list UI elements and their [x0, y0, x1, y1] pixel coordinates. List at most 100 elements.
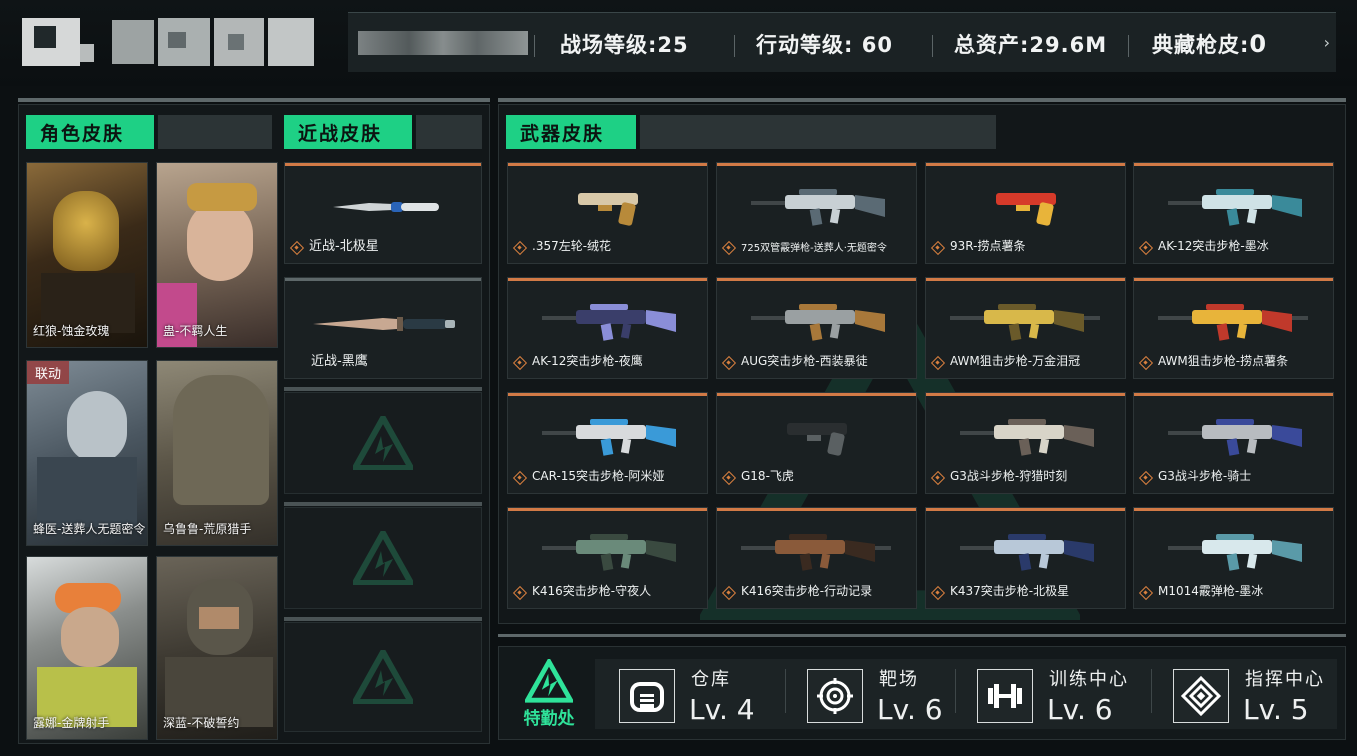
weapon-image: [741, 534, 891, 571]
weapon-image: [1168, 419, 1302, 456]
rarity-diamond-icon: [723, 242, 733, 252]
weapon-card[interactable]: K437突击步枪-北极星: [925, 507, 1126, 609]
weapon-card[interactable]: K416突击步枪-行动记录: [716, 507, 917, 609]
weapon-card[interactable]: .357左轮-绒花: [507, 162, 708, 264]
weapon-name: G3战斗步枪-骑士: [1158, 469, 1252, 483]
role-card[interactable]: 乌鲁鲁-荒原猎手: [156, 360, 278, 546]
weapon-name: G3战斗步枪-狩猎时刻: [950, 469, 1068, 483]
rarity-diamond-icon: [1140, 472, 1150, 482]
header: 战场等级:25 行动等级: 60 总资产:29.6M 典藏枪皮:0 ›: [0, 0, 1357, 86]
role-name: 红狼-蚀金玫瑰: [33, 324, 110, 338]
weapon-name: AWM狙击步枪-万金泪冠: [950, 354, 1081, 368]
brand-logo-icon: [353, 416, 413, 470]
facility-level: Lv. 4: [689, 693, 755, 726]
rarity-diamond-icon: [514, 472, 524, 482]
target-icon: [807, 669, 863, 723]
melee-name: 近战-黑鹰: [311, 354, 368, 369]
empty-slot: [284, 617, 482, 732]
weapon-name: CAR-15突击步枪-阿米娅: [532, 469, 665, 483]
role-card[interactable]: 露娜-金牌射手: [26, 556, 148, 740]
weapon-name: 93R-捞点薯条: [950, 239, 1026, 253]
rarity-diamond-icon: [932, 357, 942, 367]
battlefield-level: 战场等级:25: [560, 33, 689, 57]
weapon-image: [996, 193, 1056, 226]
facility-command-center[interactable]: 指挥中心 Lv. 5: [1173, 659, 1343, 729]
weapon-name: K437突击步枪-北极星: [950, 584, 1070, 598]
weapon-name: .357左轮-绒花: [532, 239, 612, 253]
role-card[interactable]: 深蓝-不破誓约: [156, 556, 278, 740]
facility-training-center[interactable]: 训练中心 Lv. 6: [977, 659, 1147, 729]
melee-card[interactable]: 近战-北极星: [284, 162, 482, 264]
weapon-image: [1168, 534, 1302, 571]
weapon-card[interactable]: AK-12突击步枪-墨冰: [1133, 162, 1334, 264]
rarity-diamond-icon: [932, 242, 942, 252]
brand-logo-icon: [353, 531, 413, 585]
weapon-card[interactable]: AUG突击步枪-西装暴徒: [716, 277, 917, 379]
weapon-image: [751, 304, 885, 341]
role-card[interactable]: 蛊-不羁人生: [156, 162, 278, 348]
collab-tag: 联动: [27, 361, 70, 384]
weapon-image: [751, 189, 885, 226]
weapon-name: 725双管霰弹枪-送葬人·无题密令: [741, 243, 887, 254]
weapon-image: [542, 419, 676, 456]
special-ops-bar: 特勤处 仓库 Lv. 4 靶场 Lv. 6 训练中心 Lv. 6 指挥中心 Lv…: [498, 646, 1346, 740]
empty-slot: [284, 502, 482, 609]
rarity-diamond-icon: [932, 587, 942, 597]
melee-card[interactable]: 近战-黑鹰: [284, 277, 482, 379]
facility-level: Lv. 6: [1047, 693, 1113, 726]
weapon-image: [542, 534, 676, 571]
dumbbell-icon: [977, 669, 1033, 723]
brand-logo-icon: [353, 650, 413, 704]
weapon-card[interactable]: G3战斗步枪-狩猎时刻: [925, 392, 1126, 494]
rarity-diamond-icon: [514, 587, 524, 597]
weapon-name: K416突击步枪-守夜人: [532, 584, 652, 598]
facility-warehouse[interactable]: 仓库 Lv. 4: [619, 659, 789, 729]
rarity-diamond-icon: [1140, 357, 1150, 367]
weapon-card[interactable]: K416突击步枪-守夜人: [507, 507, 708, 609]
facility-name: 靶场: [879, 669, 919, 690]
role-card[interactable]: 联动 蜂医-送葬人无题密令: [26, 360, 148, 546]
role-name: 蛊-不羁人生: [163, 324, 228, 338]
weapon-card[interactable]: CAR-15突击步枪-阿米娅: [507, 392, 708, 494]
tab-melee-skins[interactable]: 近战皮肤: [284, 115, 412, 149]
special-ops-logo[interactable]: 特勤处: [513, 656, 585, 729]
weapon-card[interactable]: AWM狙击步枪-捞点薯条: [1133, 277, 1334, 379]
rarity-diamond-icon: [723, 587, 733, 597]
weapon-name: AK-12突击步枪-夜鹰: [532, 354, 643, 368]
melee-name: 近战-北极星: [309, 239, 379, 254]
tab-role-skins[interactable]: 角色皮肤: [26, 115, 154, 149]
chevron-right-icon[interactable]: ›: [1324, 33, 1330, 52]
player-id-pixelated: [358, 31, 528, 55]
weapon-name: AWM狙击步枪-捞点薯条: [1158, 354, 1289, 368]
facility-range[interactable]: 靶场 Lv. 6: [807, 659, 967, 729]
rarity-diamond-icon: [514, 357, 524, 367]
facility-name: 指挥中心: [1245, 669, 1325, 690]
operation-level: 行动等级: 60: [756, 33, 893, 57]
rarity-diamond-icon: [1140, 587, 1150, 597]
tab-weapon-skins[interactable]: 武器皮肤: [506, 115, 636, 149]
weapon-image: [1158, 304, 1308, 341]
weapon-card[interactable]: G3战斗步枪-骑士: [1133, 392, 1334, 494]
knife-image: [313, 317, 455, 331]
weapon-card[interactable]: M1014霰弹枪-墨冰: [1133, 507, 1334, 609]
weapon-image: [1168, 189, 1302, 226]
weapon-card[interactable]: AWM狙击步枪-万金泪冠: [925, 277, 1126, 379]
weapon-name: K416突击步枪-行动记录: [741, 584, 873, 598]
weapon-card[interactable]: 93R-捞点薯条: [925, 162, 1126, 264]
rarity-diamond-icon: [1140, 242, 1150, 252]
command-icon: [1173, 669, 1229, 723]
special-ops-title: 特勤处: [523, 709, 575, 729]
rarity-diamond-icon: [723, 357, 733, 367]
role-card[interactable]: 红狼-蚀金玫瑰: [26, 162, 148, 348]
player-avatar-name-pixelated: [22, 14, 322, 70]
weapon-card[interactable]: 725双管霰弹枪-送葬人·无题密令: [716, 162, 917, 264]
warehouse-icon: [619, 669, 675, 723]
weapon-card[interactable]: AK-12突击步枪-夜鹰: [507, 277, 708, 379]
weapon-image: [960, 534, 1094, 571]
weapon-image: [960, 419, 1094, 456]
role-name: 蜂医-送葬人无题密令: [33, 522, 146, 536]
weapon-name: M1014霰弹枪-墨冰: [1158, 584, 1264, 598]
empty-slot: [284, 387, 482, 494]
facility-name: 仓库: [691, 669, 731, 690]
weapon-card[interactable]: G18-飞虎: [716, 392, 917, 494]
